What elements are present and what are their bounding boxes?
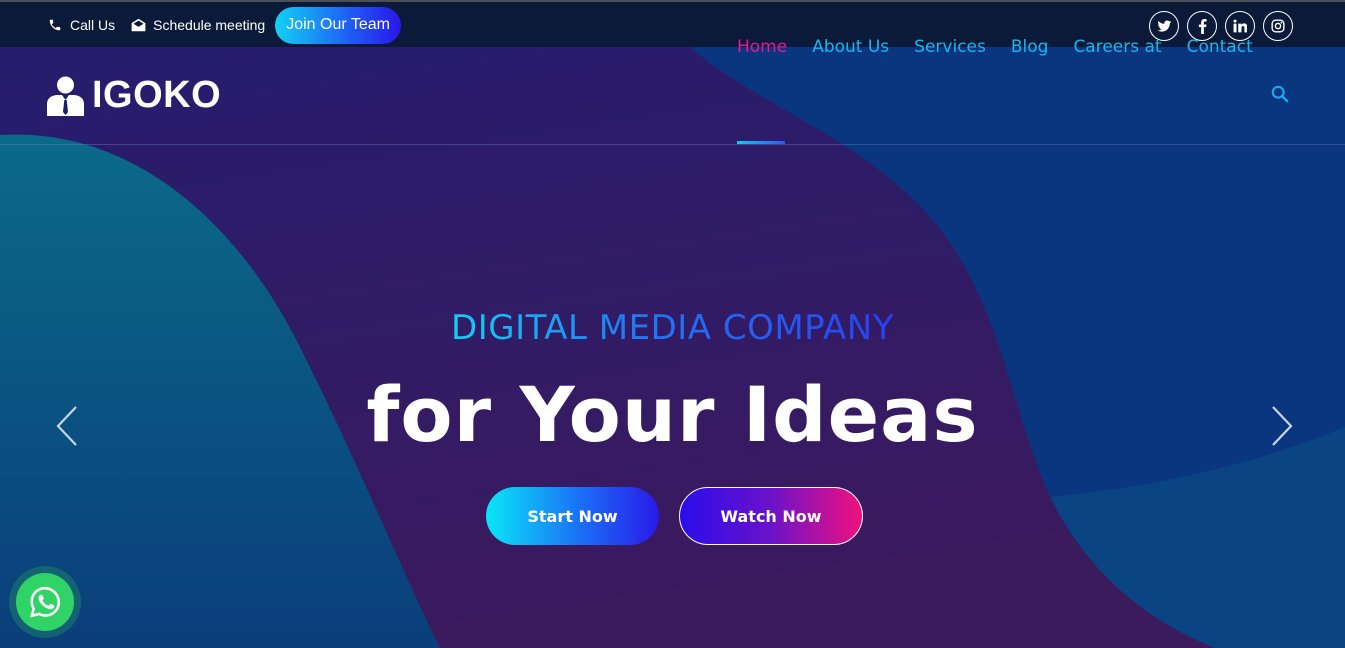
hero-title: for Your Ideas xyxy=(366,370,979,459)
nav-item-about-us[interactable]: About Us xyxy=(812,37,889,57)
schedule-meeting-label: Schedule meeting xyxy=(153,17,266,33)
phone-icon xyxy=(47,17,63,33)
call-us-label: Call Us xyxy=(70,17,116,33)
whatsapp-icon xyxy=(16,573,74,631)
nav-item-services[interactable]: Services xyxy=(914,37,986,57)
main-navbar: IGOKO xyxy=(0,47,1345,145)
nav-item-blog[interactable]: Blog xyxy=(1011,37,1049,57)
chevron-right-icon[interactable] xyxy=(1270,405,1294,447)
call-us-link[interactable]: Call Us xyxy=(47,17,115,33)
start-now-button[interactable]: Start Now xyxy=(486,487,659,545)
hero-buttons: Start Now Watch Now xyxy=(486,487,863,545)
hero-subtitle: DIGITAL MEDIA COMPANY xyxy=(0,308,1345,348)
whatsapp-button[interactable] xyxy=(9,566,81,638)
nav-active-indicator xyxy=(737,141,785,144)
nav-item-careers[interactable]: Careers at xyxy=(1073,37,1161,57)
join-our-team-button[interactable]: Join Our Team xyxy=(275,6,401,44)
nav-item-contact[interactable]: Contact xyxy=(1187,37,1253,57)
brand-logo[interactable]: IGOKO xyxy=(47,74,221,117)
schedule-meeting-link[interactable]: Schedule meeting xyxy=(130,17,265,33)
nav-menu: Home About Us Services Blog Careers at C… xyxy=(737,37,1278,57)
hero-subtitle-text: DIGITAL MEDIA COMPANY xyxy=(451,308,894,348)
search-icon[interactable] xyxy=(1271,85,1289,103)
chevron-left-icon[interactable] xyxy=(55,405,79,447)
brand-name: IGOKO xyxy=(92,74,222,116)
nav-item-home[interactable]: Home xyxy=(737,37,787,57)
envelope-open-icon xyxy=(130,17,146,33)
user-icon xyxy=(47,76,84,116)
watch-now-button[interactable]: Watch Now xyxy=(679,487,863,545)
